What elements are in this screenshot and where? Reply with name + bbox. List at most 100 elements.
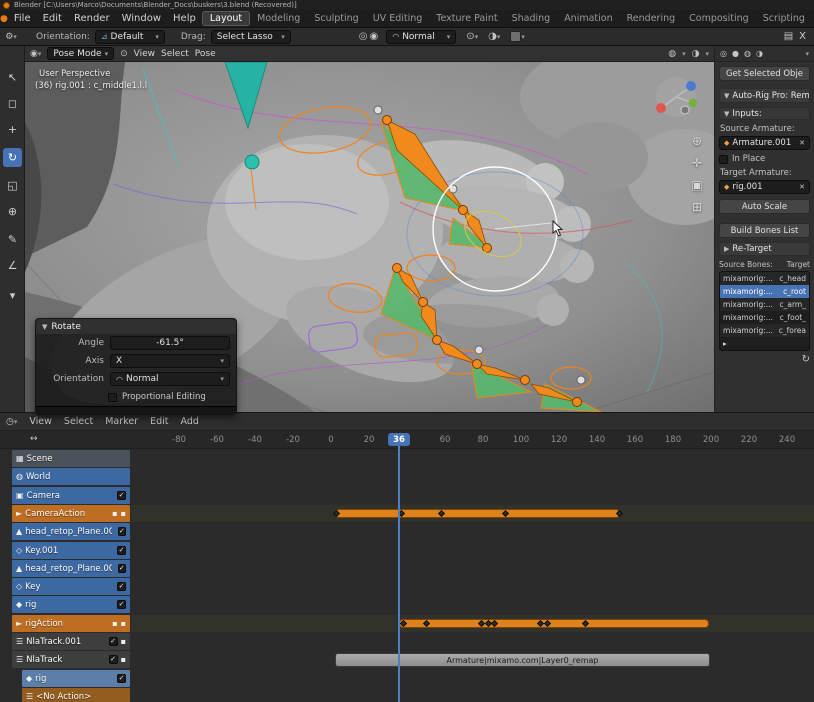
orientation-panel-dropdown[interactable]: ◠ Normal▾ <box>110 372 230 386</box>
get-selected-objects-button[interactable]: Get Selected Obje <box>719 66 810 81</box>
timeline-menu-edit[interactable]: Edit <box>150 416 168 427</box>
tool-scale-button[interactable]: ◱ <box>3 176 22 195</box>
mute-icon[interactable]: ▪ <box>112 509 117 518</box>
channel-head-retop-004[interactable]: ▲head_retop_Plane.004 <box>12 560 130 577</box>
tool-settings-editor-icon[interactable]: ⚙▾ <box>0 32 22 42</box>
pivot-dropdown-icon[interactable]: ▾ <box>497 33 501 41</box>
tool-transform-button[interactable]: ⊕ <box>3 202 22 221</box>
snap-dropdown-icon[interactable]: ▾ <box>475 33 479 41</box>
camera-view-icon[interactable]: ▣ <box>688 178 706 192</box>
axis-z-ball[interactable] <box>686 81 696 91</box>
inputs-collapse-icon[interactable]: ▼ <box>724 110 729 118</box>
show-overlays-icon[interactable]: ◍ <box>668 49 676 59</box>
channel-checkbox[interactable] <box>117 491 126 500</box>
channel-nlatrack[interactable]: ☰NlaTrack▪ <box>12 651 130 668</box>
tool-tweak-button[interactable]: ↖ <box>3 68 22 87</box>
workspace-tab-scripting[interactable]: Scripting <box>756 12 812 25</box>
workspace-tab-animation[interactable]: Animation <box>557 12 619 25</box>
gizmo-swatch-icon[interactable] <box>510 31 521 42</box>
tool-box-select-button[interactable]: ◻ <box>3 94 22 113</box>
pin-icon[interactable]: ▪ <box>121 509 126 518</box>
tool-cursor-button[interactable]: + <box>3 120 22 139</box>
bone-list-item[interactable]: mixamorig:...c_arm_ <box>720 298 809 311</box>
pin-icon[interactable]: ▪ <box>121 619 126 628</box>
proportional-editing-icon[interactable]: ◎ <box>359 31 368 42</box>
navigation-gizmo[interactable] <box>653 74 699 120</box>
bone-list-item[interactable]: mixamorig:...c_forea <box>720 324 809 337</box>
toggle-ortho-icon[interactable]: ⊞ <box>688 200 706 214</box>
pin-icon[interactable]: ▪ <box>121 655 126 664</box>
toolbar-expand-button[interactable]: ▾ <box>3 286 22 305</box>
channel-rig-action[interactable]: ►rigAction▪▪ <box>12 615 130 632</box>
retarget-panel-header[interactable]: ▶ Re-Target <box>719 242 810 256</box>
mode-options-icon[interactable]: ⊙ <box>120 49 128 59</box>
zoom-icon[interactable]: ⊕ <box>688 134 706 148</box>
viewport-menu-select[interactable]: Select <box>161 49 189 59</box>
channel-checkbox[interactable] <box>117 546 126 555</box>
shading-dropdown-icon[interactable]: ▾ <box>705 50 709 58</box>
angle-field[interactable]: -61.5° <box>110 336 230 350</box>
menu-render[interactable]: Render <box>68 13 116 24</box>
drag-dropdown[interactable]: Select Lasso▾ <box>211 30 291 44</box>
timeline-menu-select[interactable]: Select <box>64 416 93 427</box>
timeline-tracks[interactable]: ▦Scene ◍World ▣Camera ►CameraAction▪▪ ▲h… <box>0 449 814 702</box>
shading-rendered-icon[interactable]: ◑ <box>756 49 763 58</box>
refresh-icon[interactable]: ↻ <box>802 354 810 365</box>
pivot-point-icon[interactable]: ◑ <box>488 31 497 42</box>
target-armature-field[interactable]: ◆ rig.001 ✕ <box>719 180 810 194</box>
workspace-tab-uv-editing[interactable]: UV Editing <box>366 12 430 25</box>
menu-file[interactable]: File <box>8 13 37 24</box>
shading-material-icon[interactable]: ◍ <box>744 49 751 58</box>
channel-camera[interactable]: ▣Camera <box>12 487 130 504</box>
channel-no-action[interactable]: ☰<No Action> <box>22 688 130 702</box>
channel-world[interactable]: ◍World <box>12 468 130 485</box>
bone-list-expand-row[interactable]: ▸ <box>720 337 809 350</box>
build-bones-list-button[interactable]: Build Bones List <box>719 223 810 238</box>
timeline-menu-view[interactable]: View <box>29 416 52 427</box>
current-frame-badge[interactable]: 36 <box>388 433 410 446</box>
channel-rig[interactable]: ◆rig <box>12 596 130 613</box>
channel-checkbox[interactable] <box>109 655 118 664</box>
channel-checkbox[interactable] <box>118 527 126 536</box>
bone-list-item[interactable]: mixamorig:...c_foot_ <box>720 311 809 324</box>
viewport-menu-view[interactable]: View <box>134 49 155 59</box>
mode-dropdown[interactable]: Pose Mode▾ <box>47 47 114 60</box>
workspace-tab-compositing[interactable]: Compositing <box>682 12 756 25</box>
workspace-tab-modeling[interactable]: Modeling <box>250 12 307 25</box>
channel-head-retop-002[interactable]: ▲head_retop_Plane.002 <box>12 523 130 540</box>
axis-x-ball[interactable] <box>656 103 666 113</box>
bone-list-item-selected[interactable]: mixamorig:...c_root <box>720 285 809 298</box>
sidebar-options-icon[interactable]: ▾ <box>805 50 809 58</box>
frame-ruler[interactable]: ↔ -80 -60 -40 -20 0 20 60 80 100 120 140… <box>0 431 814 449</box>
channel-checkbox[interactable] <box>118 564 126 573</box>
bone-mapping-list[interactable]: mixamorig:...c_head mixamorig:...c_root … <box>719 271 810 351</box>
workspace-tab-texture-paint[interactable]: Texture Paint <box>429 12 504 25</box>
playhead-line[interactable] <box>398 433 400 702</box>
pan-icon[interactable]: ✛ <box>688 156 706 170</box>
channel-rig-nla-owner[interactable]: ◆rig <box>22 670 130 687</box>
panel-collapse-icon[interactable]: ▼ <box>724 92 729 100</box>
auto-rig-pro-panel-header[interactable]: ▼ Auto-Rig Pro: Remap <box>719 88 810 103</box>
tool-annotate-button[interactable]: ✎ <box>3 230 22 249</box>
workspace-tab-sculpting[interactable]: Sculpting <box>307 12 365 25</box>
axis-dropdown[interactable]: X▾ <box>110 354 230 368</box>
proportional-connected-icon[interactable]: ◉ <box>369 31 378 42</box>
gizmo-dropdown-icon[interactable]: ▾ <box>521 33 525 41</box>
channel-checkbox[interactable] <box>117 600 126 609</box>
xray-toggle-icon[interactable]: ◑ <box>692 49 700 59</box>
axis-neg-ball[interactable] <box>681 106 689 114</box>
channel-camera-action[interactable]: ►CameraAction▪▪ <box>12 505 130 522</box>
channel-key-001[interactable]: ◇Key.001 <box>12 542 130 559</box>
ruler-resize-icon[interactable]: ↔ <box>30 434 38 444</box>
nla-armature-strip[interactable]: Armature|mixamo.com|Layer0_remap <box>335 653 710 667</box>
mute-icon[interactable]: ▪ <box>112 619 117 628</box>
pin-icon[interactable]: ▪ <box>121 637 126 646</box>
close-toolbar-label[interactable]: X <box>793 31 814 42</box>
blender-menu-icon[interactable]: ● <box>0 14 8 24</box>
tool-measure-button[interactable]: ∠ <box>3 256 22 275</box>
channel-key[interactable]: ◇Key <box>12 578 130 595</box>
menu-help[interactable]: Help <box>167 13 202 24</box>
in-place-checkbox[interactable] <box>719 155 728 164</box>
options-icon[interactable]: ▤ <box>784 31 793 42</box>
timeline-editor-icon[interactable]: ◷▾ <box>6 417 17 427</box>
